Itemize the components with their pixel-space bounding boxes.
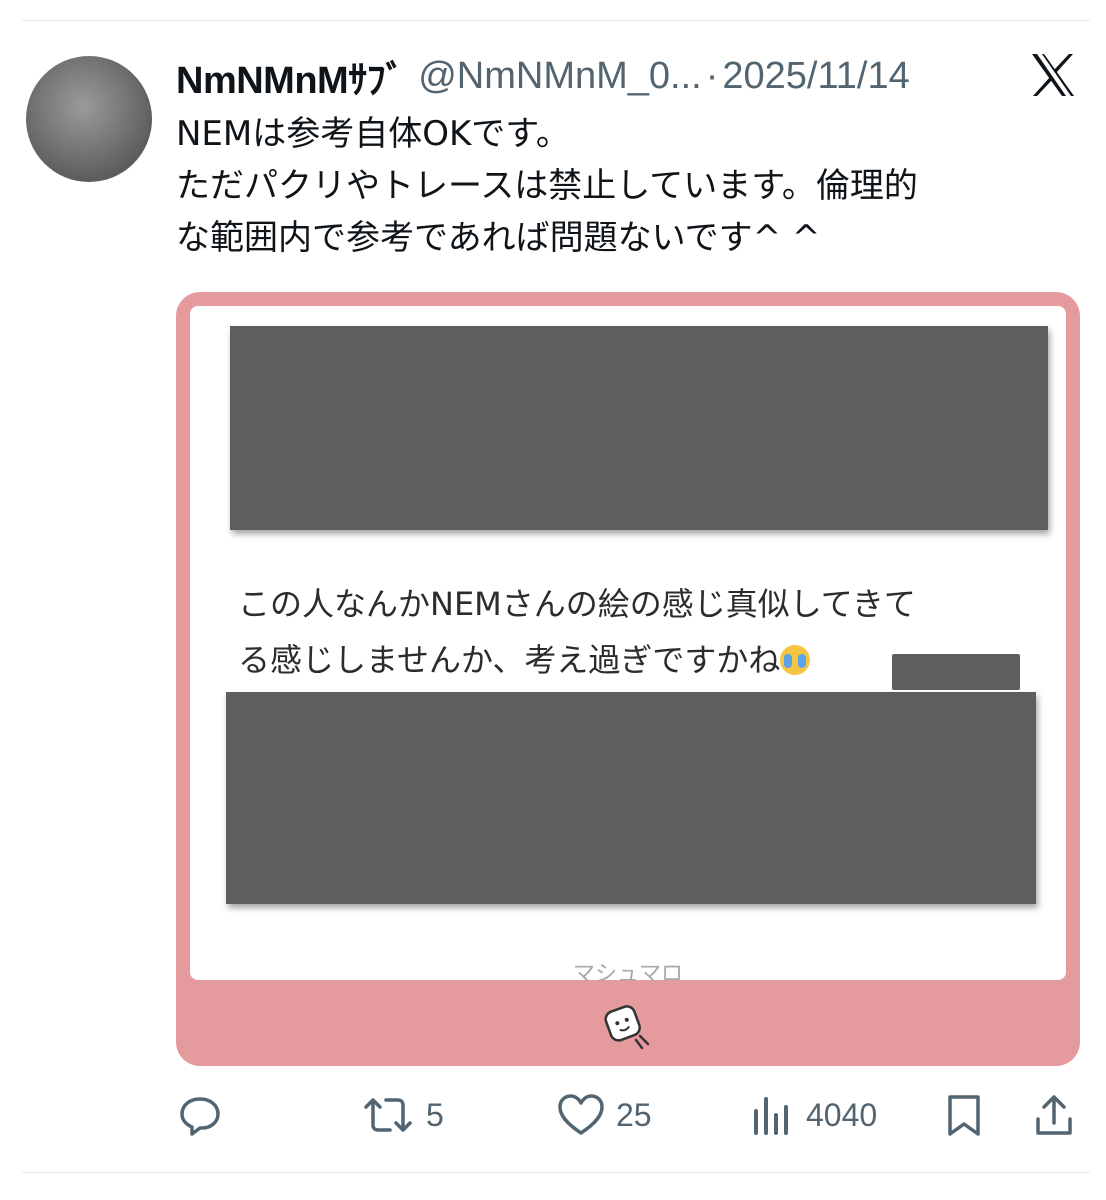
tweet-text-line: NEMは参考自体OKです。	[176, 114, 570, 154]
tweet-text: NEMは参考自体OKです。 ただパクリやトレースは禁止しています。倫理的 な範囲…	[176, 108, 1076, 264]
x-logo-icon[interactable]	[1028, 50, 1078, 100]
tweet-header: NmNMnMｻﾌﾞ @NmNMnM_0... · 2025/11/14	[176, 52, 1016, 102]
views-count: 4040	[806, 1096, 878, 1133]
question-line: この人なんかNEMさんの絵の感じ真似してきて	[238, 585, 916, 623]
reply-icon	[180, 1097, 220, 1136]
heart-icon	[558, 1094, 604, 1135]
user-handle[interactable]: @NmNMnM_0...	[418, 55, 702, 98]
bookmark-button[interactable]	[942, 1090, 986, 1140]
redaction-block-small	[892, 654, 1020, 690]
views-button[interactable]: 4040	[748, 1090, 877, 1140]
bookmark-icon	[948, 1095, 980, 1136]
share-button[interactable]	[1032, 1090, 1076, 1140]
share-icon	[1036, 1095, 1072, 1135]
bottom-divider	[22, 1172, 1090, 1173]
redaction-block	[226, 692, 1036, 904]
avatar[interactable]	[26, 56, 152, 182]
marshmallow-card: この人なんかNEMさんの絵の感じ真似してきて る感じしませんか、考え過ぎですかね…	[190, 306, 1066, 987]
redaction-block	[230, 326, 1048, 530]
like-count: 25	[616, 1096, 652, 1133]
separator-dot: ·	[705, 54, 719, 97]
marshmallow-icon	[604, 1005, 650, 1050]
tweet-text-line: な範囲内で参考であれば問題ないです^ ^	[176, 218, 821, 258]
retweet-count: 5	[426, 1096, 444, 1133]
tweet-text-line: ただパクリやトレースは禁止しています。倫理的	[176, 166, 918, 206]
site-label: マシュマロ	[572, 962, 683, 987]
tweet-date[interactable]: 2025/11/14	[722, 55, 909, 98]
views-icon	[754, 1097, 788, 1135]
action-bar: 5 25 4040	[176, 1090, 1080, 1140]
like-button[interactable]: 25	[556, 1090, 652, 1140]
retweet-button[interactable]: 5	[360, 1090, 444, 1140]
question-line: る感じしませんか、考え過ぎですかね	[238, 641, 781, 679]
crying-face-emoji-icon	[780, 645, 811, 675]
retweet-icon	[364, 1098, 412, 1132]
tweet-media-image[interactable]: この人なんかNEMさんの絵の感じ真似してきて る感じしませんか、考え過ぎですかね…	[176, 292, 1080, 1066]
top-divider	[22, 20, 1090, 21]
display-name[interactable]: NmNMnMｻﾌﾞ	[176, 49, 405, 104]
reply-button[interactable]	[176, 1090, 224, 1140]
